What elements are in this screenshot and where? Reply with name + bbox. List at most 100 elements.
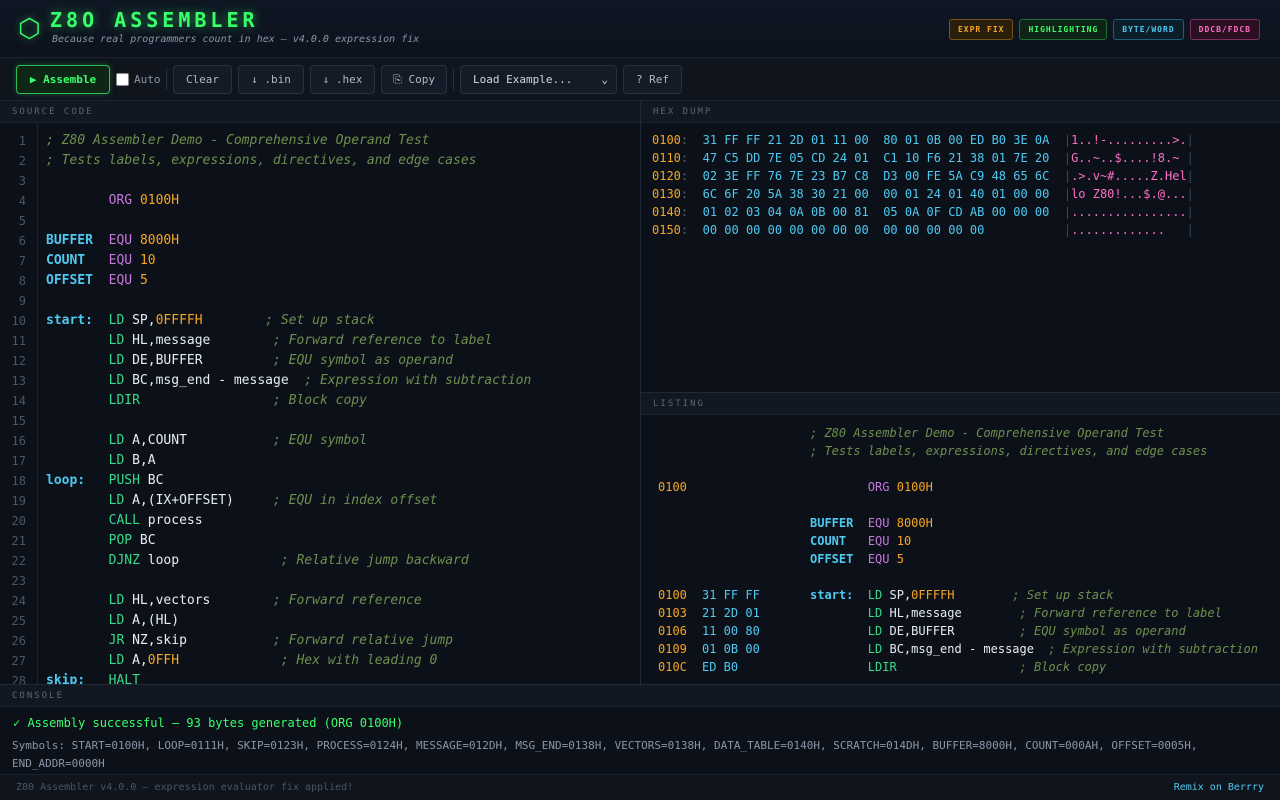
- auto-checkbox[interactable]: [116, 73, 129, 86]
- hex-bytes: 00 00 00 00 00 00 00 00 00 00 00 00 00: [702, 223, 1050, 237]
- code-token: 5: [896, 552, 904, 566]
- code-line[interactable]: LD A,(IX+OFFSET) ; EQU in index offset: [46, 491, 438, 511]
- code-token: SP,: [124, 313, 156, 328]
- code-line[interactable]: LDIR ; Block copy: [46, 391, 367, 411]
- code-token: LD: [108, 493, 125, 508]
- remix-link[interactable]: Remix on Berrry: [1174, 782, 1264, 793]
- listing-address: 0106: [658, 624, 687, 638]
- line-number: 2: [18, 154, 26, 168]
- copy-button[interactable]: ⎘ Copy: [381, 65, 447, 94]
- download-bin-button[interactable]: ↓ .bin: [238, 65, 304, 94]
- code-line[interactable]: ; Tests labels, expressions, directives,…: [46, 151, 476, 171]
- code-token: HL,vectors: [124, 593, 273, 608]
- listing-panel-header: LISTING: [641, 393, 1280, 415]
- code-line[interactable]: LD A,0FFH ; Hex with leading 0: [46, 651, 438, 671]
- reference-button[interactable]: ? Ref: [623, 65, 682, 94]
- code-line[interactable]: ; Z80 Assembler Demo - Comprehensive Ope…: [46, 131, 430, 151]
- load-example-select[interactable]: Load Example... ⌄: [460, 65, 617, 94]
- code-line[interactable]: JR NZ,skip ; Forward relative jump: [46, 631, 453, 651]
- listing-source: OFFSET EQU 5: [810, 550, 904, 568]
- code-line[interactable]: ORG 0100H: [46, 191, 179, 211]
- code-token: ORG: [108, 193, 133, 208]
- hex-row: 0110: 47 C5 DD 7E 05 CD 24 01 C1 10 F6 2…: [652, 149, 1194, 167]
- code-token: ; Z80 Assembler Demo - Comprehensive Ope…: [46, 133, 430, 148]
- code-line[interactable]: LD HL,message ; Forward reference to lab…: [46, 331, 493, 351]
- code-line[interactable]: CALL process: [46, 511, 203, 531]
- code-token: EQU: [108, 233, 133, 248]
- code-line[interactable]: BUFFER EQU 8000H: [46, 231, 179, 251]
- badge-byte-word: BYTE/WORD: [1113, 19, 1184, 40]
- code-token: A,: [124, 653, 148, 668]
- hex-separator: |: [1186, 169, 1194, 183]
- download-hex-button[interactable]: ↓ .hex: [310, 65, 375, 94]
- code-token: COUNT: [810, 534, 847, 548]
- code-token: BC: [132, 533, 156, 548]
- hex-bytes: 01 02 03 04 0A 0B 00 81 05 0A 0F CD AB 0…: [702, 205, 1050, 219]
- code-token: HL,message: [882, 606, 1020, 620]
- auto-toggle[interactable]: Auto: [116, 65, 161, 94]
- code-line[interactable]: LD HL,vectors ; Forward reference: [46, 591, 422, 611]
- code-token: 5: [139, 273, 148, 288]
- code-token: BC,msg_end - message: [882, 642, 1049, 656]
- chevron-down-icon: ⌄: [601, 73, 608, 86]
- code-token: LD: [867, 588, 883, 602]
- code-token: CALL: [108, 513, 140, 528]
- code-line[interactable]: DJNZ loop ; Relative jump backward: [46, 551, 469, 571]
- code-token: COUNT: [46, 253, 86, 268]
- code-line[interactable]: POP BC: [46, 531, 156, 551]
- code-line[interactable]: start: LD SP,0FFFFH ; Set up stack: [46, 311, 375, 331]
- listing-source: ; Tests labels, expressions, directives,…: [810, 442, 1207, 460]
- hex-row: 0150: 00 00 00 00 00 00 00 00 00 00 00 0…: [652, 221, 1194, 239]
- hex-colon: :: [680, 151, 703, 165]
- code-token: ORG: [867, 480, 890, 494]
- code-token: EQU: [867, 516, 890, 530]
- listing-address: 0109: [658, 642, 687, 656]
- code-line[interactable]: loop: PUSH BC: [46, 471, 163, 491]
- code-token: LD: [108, 313, 125, 328]
- hex-separator: |: [1186, 205, 1194, 219]
- hex-ascii: G..~..$....!8.~: [1071, 151, 1187, 165]
- code-token: loop: [139, 553, 281, 568]
- code-line[interactable]: LD A,COUNT ; EQU symbol: [46, 431, 367, 451]
- hex-row: 0100: 31 FF FF 21 2D 01 11 00 80 01 0B 0…: [652, 131, 1194, 149]
- code-token: 8000H: [896, 516, 933, 530]
- code-token: OFFSET: [46, 273, 93, 288]
- listing-bytes: 21 2D 01: [702, 606, 760, 620]
- source-editor-panel[interactable]: SOURCE CODE 1 ; Z80 Assembler Demo - Comp…: [0, 101, 641, 684]
- hex-separator: |: [1186, 133, 1194, 147]
- hex-address: 0100: [652, 133, 681, 147]
- code-token: ; Tests labels, expressions, directives,…: [810, 444, 1208, 458]
- code-line[interactable]: LD DE,BUFFER ; EQU symbol as operand: [46, 351, 453, 371]
- code-line[interactable]: COUNT EQU 10: [46, 251, 156, 271]
- hex-ascii: .>.v~#.....Z.Hel: [1071, 169, 1187, 183]
- listing-source: COUNT EQU 10: [810, 532, 911, 550]
- code-line[interactable]: OFFSET EQU 5: [46, 271, 148, 291]
- hex-colon: :: [680, 205, 703, 219]
- clear-button[interactable]: Clear: [173, 65, 232, 94]
- code-line[interactable]: LD B,A: [46, 451, 156, 471]
- code-line[interactable]: LD A,(HL): [46, 611, 179, 631]
- line-number: 17: [11, 454, 26, 468]
- listing-source: BUFFER EQU 8000H: [810, 514, 933, 532]
- code-line[interactable]: LD BC,msg_end - message ; Expression wit…: [46, 371, 532, 391]
- code-token: skip:: [46, 673, 86, 684]
- code-token: LD: [108, 613, 125, 628]
- listing-address: 0100: [658, 480, 687, 494]
- line-number: 14: [11, 394, 26, 408]
- code-token: EQU: [867, 534, 890, 548]
- code-line[interactable]: skip: HALT: [46, 671, 140, 684]
- assemble-button[interactable]: ▶ Assemble: [16, 65, 110, 94]
- line-number: 23: [11, 574, 26, 588]
